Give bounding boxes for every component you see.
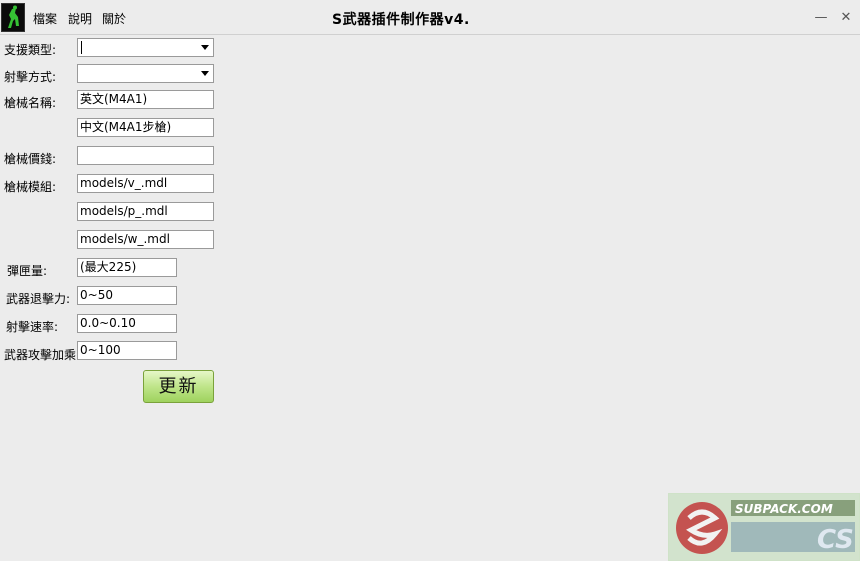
subpack-watermark-logo: SUBPACK.COM CS	[668, 493, 860, 561]
gun-name-english-field[interactable]: 英文(M4A1)	[77, 90, 214, 109]
window-title: S武器插件制作器v4.	[332, 12, 470, 28]
chevron-down-icon[interactable]	[197, 65, 213, 82]
gun-name-chinese-field[interactable]: 中文(M4A1步槍)	[77, 118, 214, 137]
chevron-down-icon[interactable]	[197, 39, 213, 56]
gun-price-field[interactable]	[77, 146, 214, 165]
ammo-field[interactable]: (最大225)	[77, 258, 177, 277]
fire-mode-label: 射擊方式:	[4, 70, 57, 84]
gun-model-label: 槍械模組:	[4, 180, 57, 194]
menu-about[interactable]: 關於	[102, 10, 126, 27]
title-bar: 檔案 說明 關於 S武器插件制作器v4. — ✕	[0, 0, 860, 35]
w-model-field[interactable]: models/w_.mdl	[77, 230, 214, 249]
damage-multiplier-field[interactable]: 0~100	[77, 341, 177, 360]
menu-file[interactable]: 檔案	[33, 10, 57, 27]
p-model-field[interactable]: models/p_.mdl	[77, 202, 214, 221]
svg-text:SUBPACK.COM: SUBPACK.COM	[735, 502, 833, 516]
damage-multiplier-label: 武器攻擊加乘	[4, 348, 77, 362]
v-model-field[interactable]: models/v_.mdl	[77, 174, 214, 193]
recoil-field[interactable]: 0~50	[77, 286, 177, 305]
ammo-label: 彈匣量:	[7, 264, 48, 278]
text-caret	[81, 41, 82, 54]
close-button[interactable]: ✕	[837, 9, 855, 27]
support-type-label: 支援類型:	[4, 43, 57, 57]
fire-mode-select[interactable]	[77, 64, 214, 83]
gun-price-label: 槍械價錢:	[4, 152, 57, 166]
recoil-label: 武器退擊力:	[6, 292, 71, 306]
fire-rate-label: 射擊速率:	[6, 320, 59, 334]
support-type-select[interactable]	[77, 38, 214, 57]
counter-strike-logo-icon	[1, 3, 25, 32]
fire-rate-field[interactable]: 0.0~0.10	[77, 314, 177, 333]
svg-text:CS: CS	[817, 525, 854, 555]
menu-help[interactable]: 說明	[68, 10, 92, 27]
gun-name-label: 槍械名稱:	[4, 96, 57, 110]
minimize-button[interactable]: —	[812, 9, 830, 27]
update-button[interactable]: 更新	[143, 370, 214, 403]
